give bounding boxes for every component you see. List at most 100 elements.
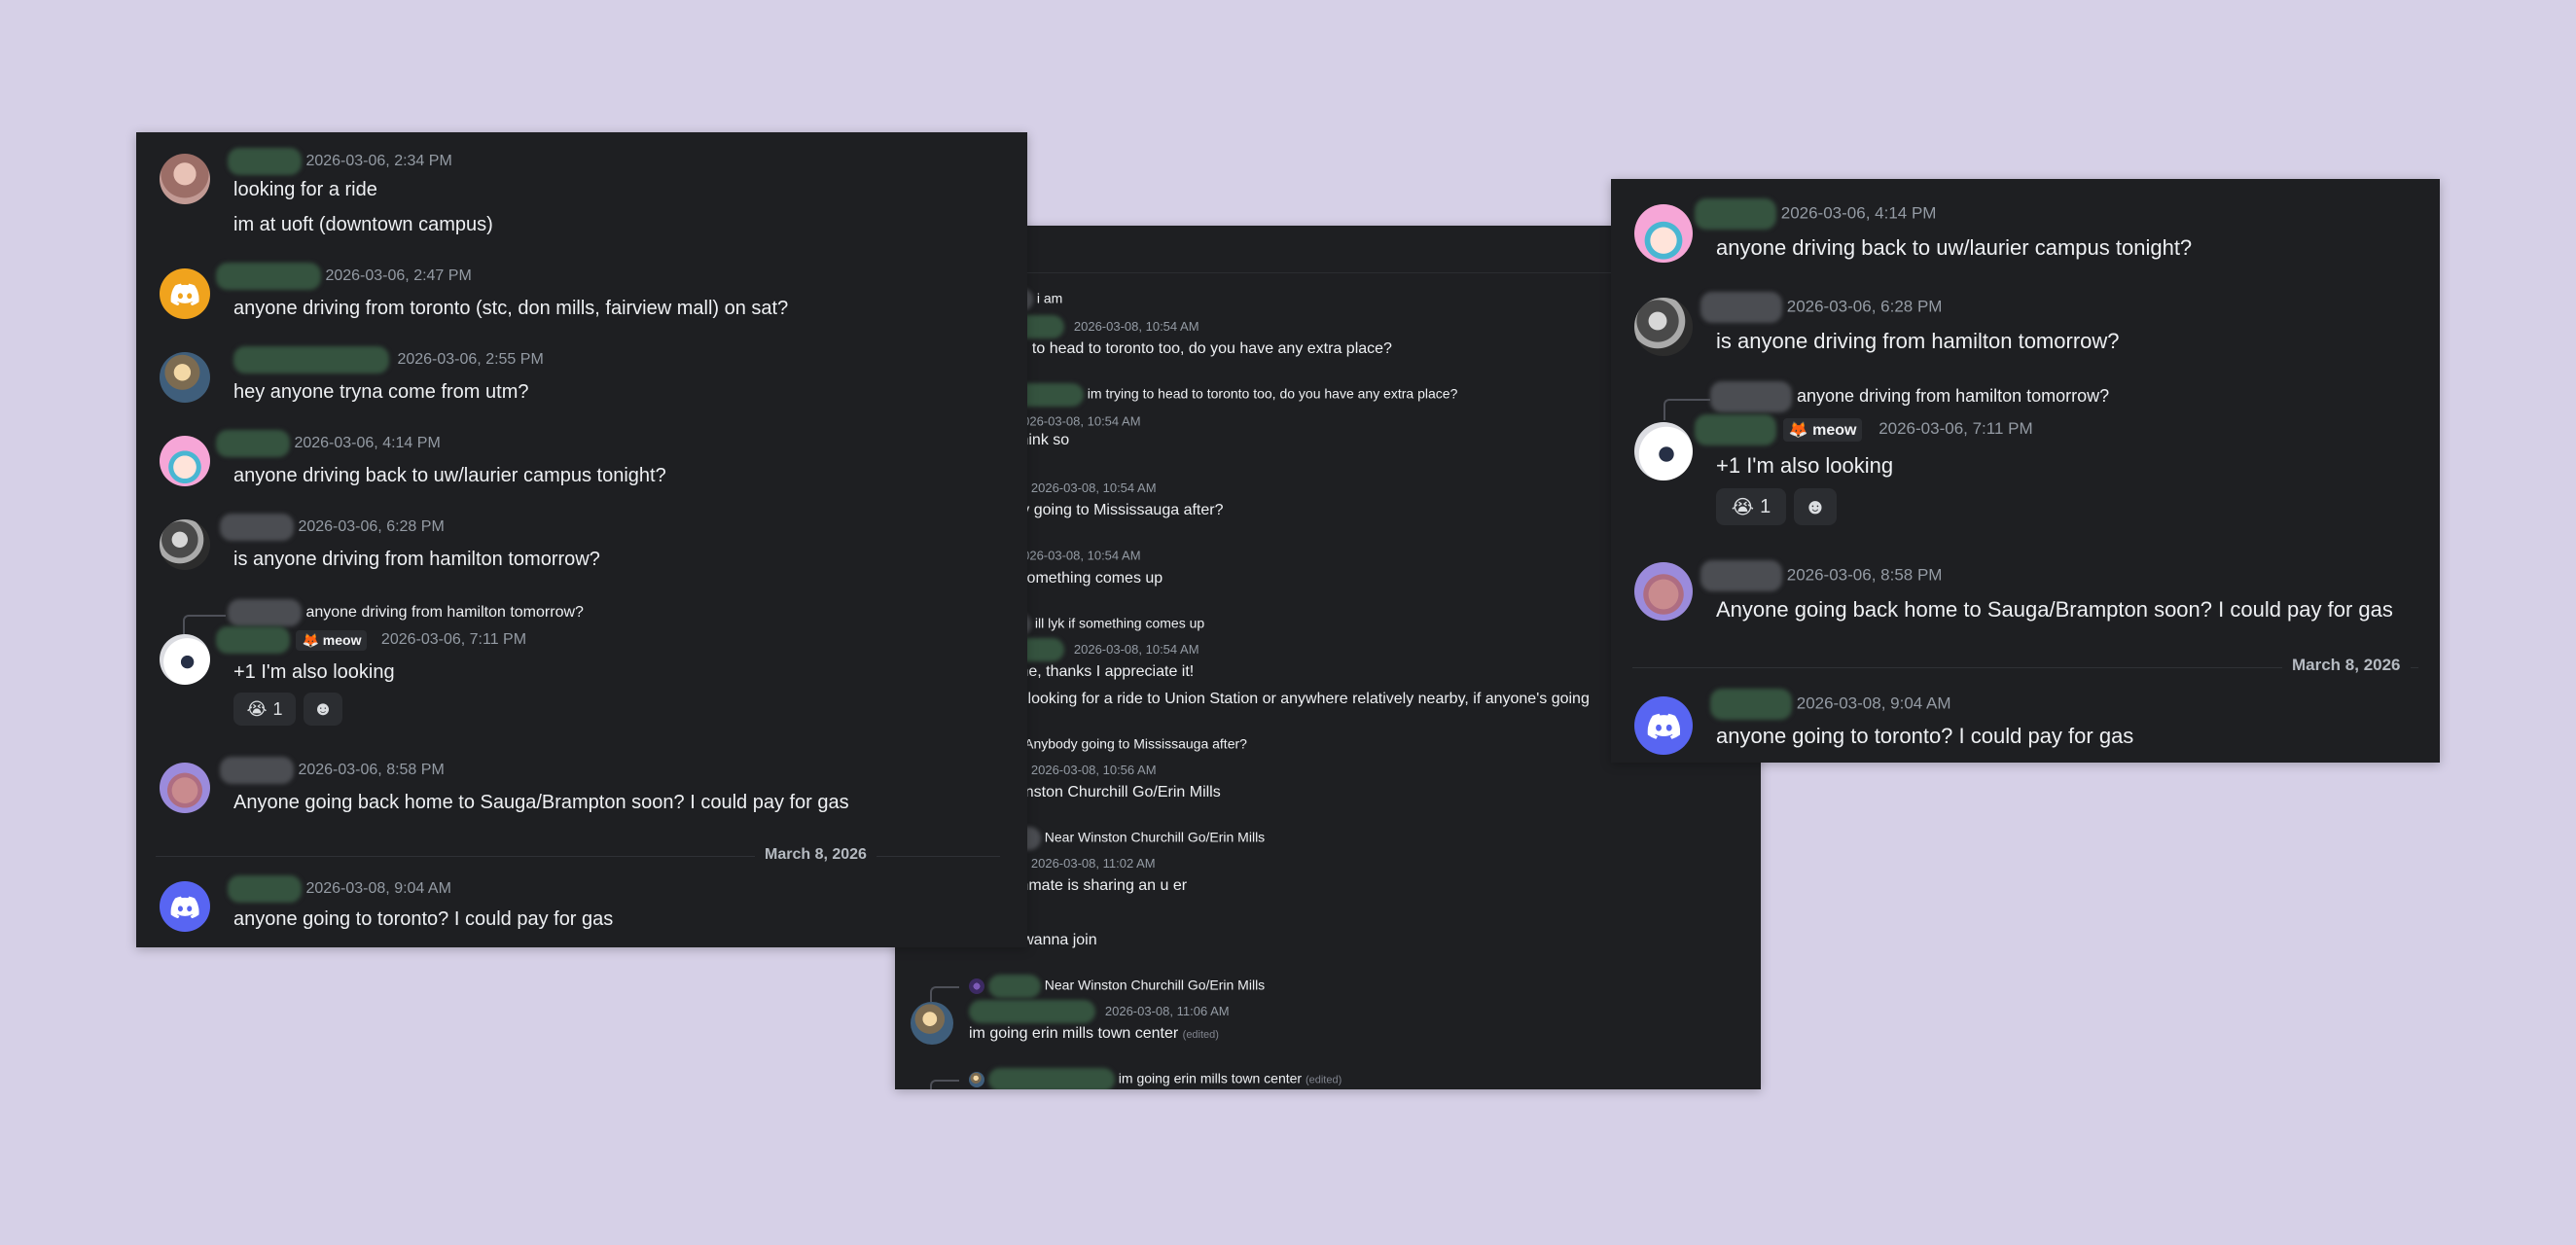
- avatar[interactable]: [1634, 696, 1693, 755]
- message-header: 2026-03-06, 6:28 PM: [220, 514, 445, 541]
- reaction-crying[interactable]: 😭 1: [233, 693, 296, 726]
- reply-text: im going erin mills town center: [1118, 1070, 1303, 1086]
- add-reaction-button[interactable]: ☻: [1794, 488, 1837, 525]
- username-blurred[interactable]: [1710, 381, 1792, 412]
- avatar[interactable]: [160, 763, 210, 813]
- username-blurred[interactable]: [1695, 414, 1776, 445]
- username-blurred[interactable]: [1710, 689, 1792, 720]
- username-blurred[interactable]: [233, 346, 389, 374]
- timestamp: 2026-03-08, 9:04 AM: [1796, 694, 1951, 713]
- reply-connector: [930, 986, 959, 1002]
- username-blurred[interactable]: [220, 514, 294, 541]
- badge-label: meow: [1812, 422, 1857, 439]
- message-text: looking for a ride: [233, 179, 377, 200]
- message-text: anyone going to toronto? I could pay for…: [1716, 724, 2134, 748]
- reply-text: Anybody going to Mississauga after?: [1024, 735, 1247, 752]
- timestamp: 2026-03-06, 8:58 PM: [1786, 565, 1943, 585]
- avatar[interactable]: [160, 519, 210, 570]
- username-blurred[interactable]: [220, 757, 294, 784]
- reply-preview[interactable]: anyone driving from hamilton tomorrow?: [228, 599, 584, 626]
- message-text: anyone driving back to uw/laurier campus…: [233, 465, 666, 486]
- timestamp: 2026-03-06, 4:14 PM: [294, 435, 441, 452]
- avatar[interactable]: [160, 436, 210, 486]
- message-text: im trying to head to toronto too, do you…: [969, 340, 1392, 357]
- avatar[interactable]: [1634, 422, 1693, 480]
- message-header: 2026-03-06, 4:14 PM: [1695, 198, 1936, 230]
- reply-preview[interactable]: im going erin mills town center (edited): [969, 1068, 1342, 1089]
- timestamp: 2026-03-06, 6:28 PM: [1786, 297, 1943, 316]
- username-blurred[interactable]: [216, 430, 290, 457]
- message-header: 2026-03-08, 9:04 AM: [1710, 689, 1951, 720]
- avatar[interactable]: [1634, 562, 1693, 621]
- reply-preview[interactable]: im trying to head to toronto too, do you…: [969, 383, 1457, 407]
- message-text: anyone going to toronto? I could pay for…: [233, 908, 614, 930]
- discord-logo-icon: [1647, 713, 1680, 739]
- message-header: 2026-03-08, 9:04 AM: [228, 875, 451, 903]
- avatar-mini: [969, 978, 984, 994]
- add-reaction-button[interactable]: ☻: [304, 693, 342, 726]
- reply-text: Near Winston Churchill Go/Erin Mills: [1044, 829, 1266, 845]
- timestamp: 2026-03-06, 4:14 PM: [1780, 203, 1937, 223]
- username-blurred[interactable]: [228, 599, 302, 626]
- reply-preview[interactable]: anyone driving from hamilton tomorrow?: [1710, 381, 2109, 412]
- date-divider-label: March 8, 2026: [755, 846, 877, 864]
- username-blurred[interactable]: [969, 1000, 1095, 1023]
- reply-text: ill lyk if something comes up: [1034, 615, 1205, 631]
- reply-text: anyone driving from hamilton tomorrow?: [1797, 385, 2110, 406]
- fox-icon: 🦊: [1788, 422, 1808, 439]
- timestamp: 2026-03-06, 7:11 PM: [1878, 419, 2033, 439]
- timestamp: 2026-03-08, 10:54 AM: [1073, 318, 1199, 334]
- username-blurred[interactable]: [216, 263, 321, 290]
- message-text: hey anyone tryna come from utm?: [233, 381, 529, 403]
- message-text: anyone driving back to uw/laurier campus…: [1716, 235, 2193, 260]
- avatar[interactable]: [160, 634, 210, 685]
- message-header: 2026-03-06, 8:58 PM: [220, 757, 445, 784]
- timestamp: 2026-03-08, 10:56 AM: [1030, 762, 1157, 777]
- avatar-mini: [969, 1072, 984, 1087]
- meow-role-badge[interactable]: 🦊 meow: [296, 629, 368, 651]
- username-blurred[interactable]: [987, 1068, 1115, 1089]
- message-text: is anyone driving from hamilton tomorrow…: [233, 549, 600, 570]
- message-text: is anyone driving from hamilton tomorrow…: [1716, 329, 2120, 353]
- reaction-crying[interactable]: 😭 1: [1716, 488, 1786, 525]
- reply-preview[interactable]: Near Winston Churchill Go/Erin Mills: [969, 975, 1265, 998]
- timestamp: 2026-03-08, 10:54 AM: [1030, 480, 1157, 495]
- right-chat-panel: 2026-03-06, 4:14 PM anyone driving back …: [1611, 179, 2440, 763]
- reply-connector: [930, 1080, 959, 1089]
- message-text: Anyone going back home to Sauga/Brampton…: [1716, 597, 2393, 622]
- timestamp: 2026-03-08, 10:54 AM: [1073, 641, 1199, 657]
- timestamp: 2026-03-06, 6:28 PM: [298, 518, 445, 536]
- username-blurred[interactable]: [228, 148, 302, 175]
- reaction-count: 1: [272, 698, 283, 719]
- message-header: 2026-03-06, 2:55 PM: [233, 346, 544, 374]
- message-text: im going erin mills town center: [969, 1025, 1179, 1042]
- timestamp: 2026-03-08, 11:02 AM: [1030, 855, 1156, 871]
- timestamp: 2026-03-06, 2:34 PM: [305, 153, 452, 170]
- avatar[interactable]: [911, 1002, 953, 1045]
- avatar[interactable]: [160, 154, 210, 204]
- username-blurred[interactable]: [228, 875, 302, 903]
- username-blurred[interactable]: [1695, 198, 1776, 230]
- message-header: 2026-03-06, 2:47 PM: [216, 263, 472, 290]
- crying-icon: 😭: [1731, 496, 1755, 518]
- message-header: 2026-03-08, 11:06 AM: [969, 1000, 1230, 1023]
- username-blurred[interactable]: [1700, 292, 1782, 323]
- badge-label: meow: [322, 631, 362, 648]
- meow-role-badge[interactable]: 🦊 meow: [1782, 418, 1863, 442]
- message-text: Well I'm looking for a ride to Union Sta…: [969, 691, 1590, 707]
- timestamp: 2026-03-06, 2:47 PM: [325, 267, 472, 285]
- avatar[interactable]: [1634, 204, 1693, 263]
- username-blurred[interactable]: [987, 975, 1041, 998]
- username-blurred[interactable]: [216, 626, 290, 654]
- crying-icon: 😭: [246, 698, 268, 719]
- avatar[interactable]: [160, 268, 210, 319]
- timestamp: 2026-03-06, 8:58 PM: [298, 762, 445, 779]
- avatar[interactable]: [160, 881, 210, 932]
- avatar[interactable]: [1634, 298, 1693, 356]
- reply-text: im trying to head to toronto too, do you…: [1087, 385, 1458, 402]
- username-blurred[interactable]: [1700, 560, 1782, 591]
- left-chat-panel: 2026-03-06, 2:34 PM looking for a ride i…: [136, 132, 1027, 947]
- avatar[interactable]: [160, 352, 210, 403]
- timestamp: 2026-03-08, 10:54 AM: [1015, 548, 1141, 563]
- message-text: im at uoft (downtown campus): [233, 214, 493, 235]
